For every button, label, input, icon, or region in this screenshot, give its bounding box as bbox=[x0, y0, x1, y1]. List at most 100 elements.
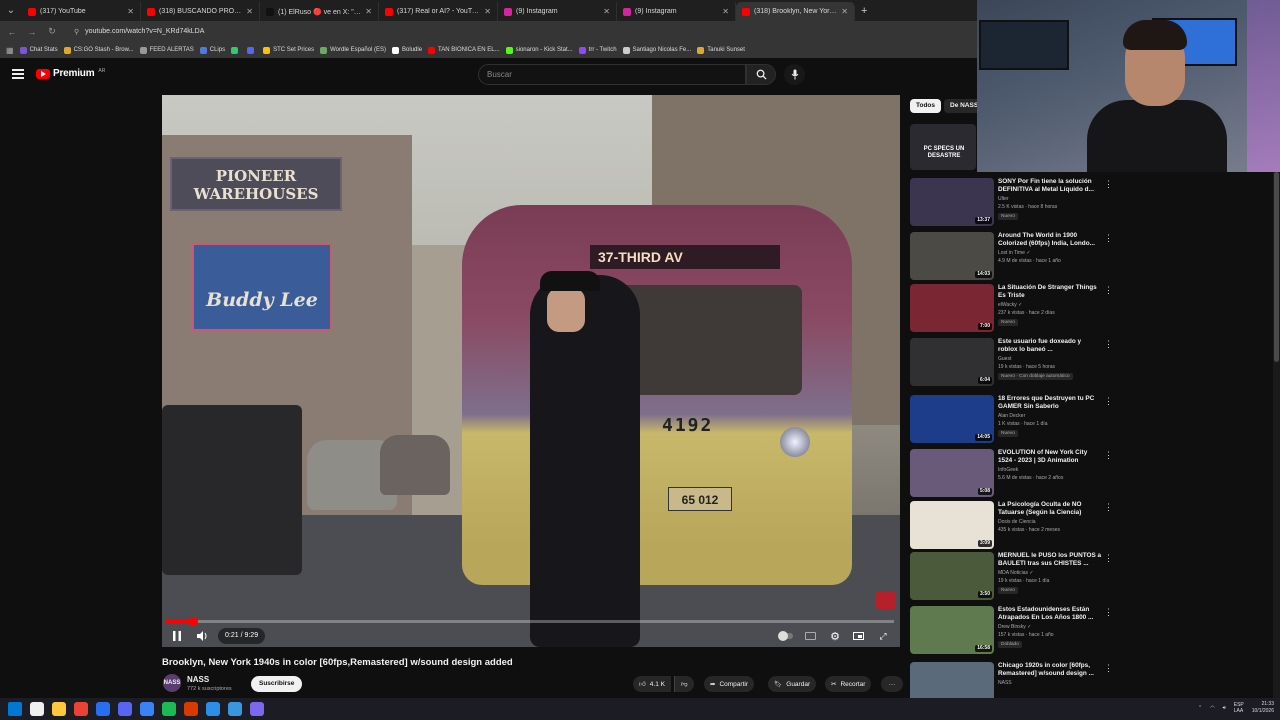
taskbar-app-icon[interactable] bbox=[206, 702, 220, 716]
recommended-video-menu-icon[interactable]: ⋮ bbox=[1104, 451, 1113, 460]
forward-icon[interactable]: → bbox=[26, 27, 38, 37]
tab-close-icon[interactable]: ✕ bbox=[246, 7, 253, 16]
chip-todos[interactable]: Todos bbox=[910, 99, 942, 113]
recommended-video-title[interactable]: EVOLUTION of New York City 1524 - 2023 |… bbox=[998, 449, 1102, 465]
new-tab-button[interactable]: + bbox=[855, 5, 873, 17]
tab-close-icon[interactable]: ✕ bbox=[365, 7, 372, 16]
recommended-video-channel[interactable]: Lost in Time ✓ bbox=[998, 250, 1031, 256]
save-button[interactable]: 🔖︎ Guardar bbox=[768, 676, 817, 692]
video-thumbnail[interactable]: 16:58 bbox=[910, 606, 994, 654]
more-actions-button[interactable]: ··· bbox=[881, 676, 903, 692]
recommended-video[interactable]: 5:08 EVOLUTION of New York City 1524 - 20… bbox=[910, 449, 1113, 497]
bookmark-item[interactable]: FEED ALERTAS bbox=[139, 46, 194, 54]
clip-button[interactable]: ✂ Recortar bbox=[825, 676, 872, 692]
video-thumbnail[interactable]: 13:37 bbox=[910, 178, 994, 226]
bookmark-item[interactable]: sionaron - Kick Stat... bbox=[505, 46, 573, 54]
tab-close-icon[interactable]: ✕ bbox=[127, 7, 134, 16]
video-thumbnail[interactable]: 7:00 bbox=[910, 284, 994, 332]
bookmark-item[interactable]: trr - Twitch bbox=[578, 46, 617, 54]
search-button[interactable] bbox=[746, 64, 776, 85]
browser-tab[interactable]: (317) Real or AI? - YouTube ✕ bbox=[379, 2, 498, 21]
tab-search-icon[interactable]: ⌄ bbox=[0, 0, 22, 21]
taskbar-app-icon[interactable] bbox=[52, 702, 66, 716]
recommended-video-title[interactable]: MERNUEL le PUSO los PUNTOS a BAULETI tra… bbox=[998, 552, 1102, 568]
recommended-video[interactable]: 13:37 SONY Por Fin tiene la solución DEFI… bbox=[910, 178, 1113, 226]
taskbar-app-icon[interactable] bbox=[30, 702, 44, 716]
recommended-video-channel[interactable]: Guest bbox=[998, 356, 1011, 362]
recommended-video[interactable]: 3:09 La Psicología Oculta de NO Tatuarse … bbox=[910, 501, 1113, 549]
url-field[interactable]: ⚲ youtube.com/watch?v=N_KRd74kLDA bbox=[66, 24, 212, 39]
recommended-video-menu-icon[interactable]: ⋮ bbox=[1104, 234, 1113, 243]
browser-tab[interactable]: (1) ElRuso 🔴 ve en X: "https://✕ bbox=[260, 2, 379, 21]
like-button[interactable]: 👍︎ 4.1 K bbox=[633, 676, 671, 692]
tab-close-icon[interactable]: ✕ bbox=[841, 7, 848, 16]
speaker-icon[interactable]: 🔊︎ bbox=[1223, 705, 1226, 711]
recommended-video-channel[interactable]: MDA Noticias ✓ bbox=[998, 570, 1034, 576]
bookmark-item[interactable]: STC Set Prices bbox=[263, 46, 314, 54]
video-player[interactable]: PIONEER WAREHOUSES Buddy Lee 37-THIRD AV… bbox=[162, 95, 900, 647]
recommended-video-channel[interactable]: Dosis de Ciencia bbox=[998, 519, 1036, 525]
taskbar-app-icon[interactable] bbox=[96, 702, 110, 716]
subscribe-button[interactable]: Suscribirse bbox=[251, 676, 303, 692]
bookmark-item[interactable]: Santiago Nicolas Fe... bbox=[622, 46, 691, 54]
recommended-video[interactable]: 6:04 Este usuario fue doxeado y roblox lo… bbox=[910, 338, 1113, 386]
bookmark-item[interactable]: TAN BIONICA EN EL... bbox=[428, 46, 500, 54]
bookmark-item[interactable]: CLips bbox=[199, 46, 225, 54]
recommended-video-channel[interactable]: elWacky ✓ bbox=[998, 302, 1022, 308]
taskbar-app-icon[interactable] bbox=[250, 702, 264, 716]
subtitles-button[interactable] bbox=[803, 628, 817, 644]
url-text[interactable]: youtube.com/watch?v=N_KRd74kLDA bbox=[85, 28, 204, 35]
browser-tab[interactable]: (317) YouTube ✕ bbox=[22, 2, 141, 21]
recommended-video-channel[interactable]: NASS bbox=[998, 680, 1012, 686]
tab-close-icon[interactable]: ✕ bbox=[484, 7, 491, 16]
bookmark-item[interactable]: Boludle bbox=[392, 46, 422, 54]
settings-button[interactable]: ⚙ bbox=[827, 628, 843, 644]
recommended-video[interactable]: 16:58 Estos Estadounidenses Están Atrapad… bbox=[910, 606, 1113, 654]
search-input[interactable]: Buscar bbox=[478, 64, 746, 85]
browser-tab[interactable]: (9) Instagram ✕ bbox=[617, 2, 736, 21]
taskbar-app-icon[interactable] bbox=[228, 702, 242, 716]
progress-scrubber[interactable] bbox=[188, 617, 198, 626]
bookmark-item[interactable] bbox=[231, 46, 241, 54]
recommended-video-channel[interactable]: Alan Decker bbox=[998, 413, 1025, 419]
taskbar-app-icon[interactable] bbox=[118, 702, 132, 716]
recommended-video-title[interactable]: 18 Errores que Destruyen tu PC GAMER Sin… bbox=[998, 395, 1102, 411]
volume-button[interactable] bbox=[194, 628, 210, 644]
recommended-video-menu-icon[interactable]: ⋮ bbox=[1104, 608, 1113, 617]
tray-chevron-icon[interactable]: ⌃ bbox=[1198, 705, 1202, 711]
recommended-video-title[interactable]: Around The World in 1900 Colorized (60fp… bbox=[998, 232, 1102, 248]
browser-tab[interactable]: (9) Instagram ✕ bbox=[498, 2, 617, 21]
apps-icon[interactable]: ▦ bbox=[6, 46, 14, 55]
video-thumbnail[interactable]: 14:05 bbox=[910, 395, 994, 443]
browser-tab[interactable]: (318) Brooklyn, New York 1 ✕ bbox=[736, 2, 855, 21]
recommended-video-title[interactable]: SONY Por Fin tiene la solución DEFINITIV… bbox=[998, 178, 1102, 194]
wifi-icon[interactable]: ◠ bbox=[1210, 705, 1214, 711]
video-thumbnail[interactable]: 5:08 bbox=[910, 449, 994, 497]
recommended-video-menu-icon[interactable]: ⋮ bbox=[1104, 397, 1113, 406]
autoplay-toggle[interactable] bbox=[778, 628, 794, 644]
recommended-video[interactable]: 7:00 La Situación De Stranger Things Es T… bbox=[910, 284, 1113, 332]
tab-close-icon[interactable]: ✕ bbox=[722, 7, 729, 16]
taskbar-app-icon[interactable] bbox=[74, 702, 88, 716]
page-scrollbar[interactable] bbox=[1273, 172, 1280, 698]
recommended-video-title[interactable]: Este usuario fue doxeado y roblox lo ban… bbox=[998, 338, 1102, 354]
channel-watermark-icon[interactable] bbox=[876, 591, 896, 609]
menu-icon[interactable] bbox=[12, 69, 24, 79]
share-button[interactable]: ➦ Compartir bbox=[704, 676, 754, 692]
language-indicator[interactable]: ESP LAA bbox=[1234, 702, 1244, 714]
video-thumbnail[interactable]: 3:50 bbox=[910, 552, 994, 600]
recommended-video[interactable]: 3:50 MERNUEL le PUSO los PUNTOS a BAULETI… bbox=[910, 552, 1113, 600]
back-icon[interactable]: ← bbox=[6, 27, 18, 37]
recommended-video-menu-icon[interactable]: ⋮ bbox=[1104, 286, 1113, 295]
bookmark-item[interactable]: CS:GO Stash - Brow... bbox=[63, 46, 134, 54]
bookmark-item[interactable]: Wordle Español (ES) bbox=[320, 46, 386, 54]
progress-bar[interactable] bbox=[166, 617, 894, 626]
fullscreen-button[interactable]: ⤢ bbox=[876, 628, 890, 644]
recommended-video-title[interactable]: Chicago 1920s in color [60fps, Remastere… bbox=[998, 662, 1102, 678]
youtube-logo[interactable]: Premium AR bbox=[36, 68, 105, 79]
browser-tab[interactable]: (318) BUSCANDO PROBLEMAS✕ bbox=[141, 2, 260, 21]
clock[interactable]: 21:33 10/1/2026 bbox=[1252, 701, 1274, 715]
reload-icon[interactable]: ↻ bbox=[46, 26, 58, 37]
recommended-video-menu-icon[interactable]: ⋮ bbox=[1104, 503, 1113, 512]
recommended-video-channel[interactable]: Ulter bbox=[998, 196, 1009, 202]
